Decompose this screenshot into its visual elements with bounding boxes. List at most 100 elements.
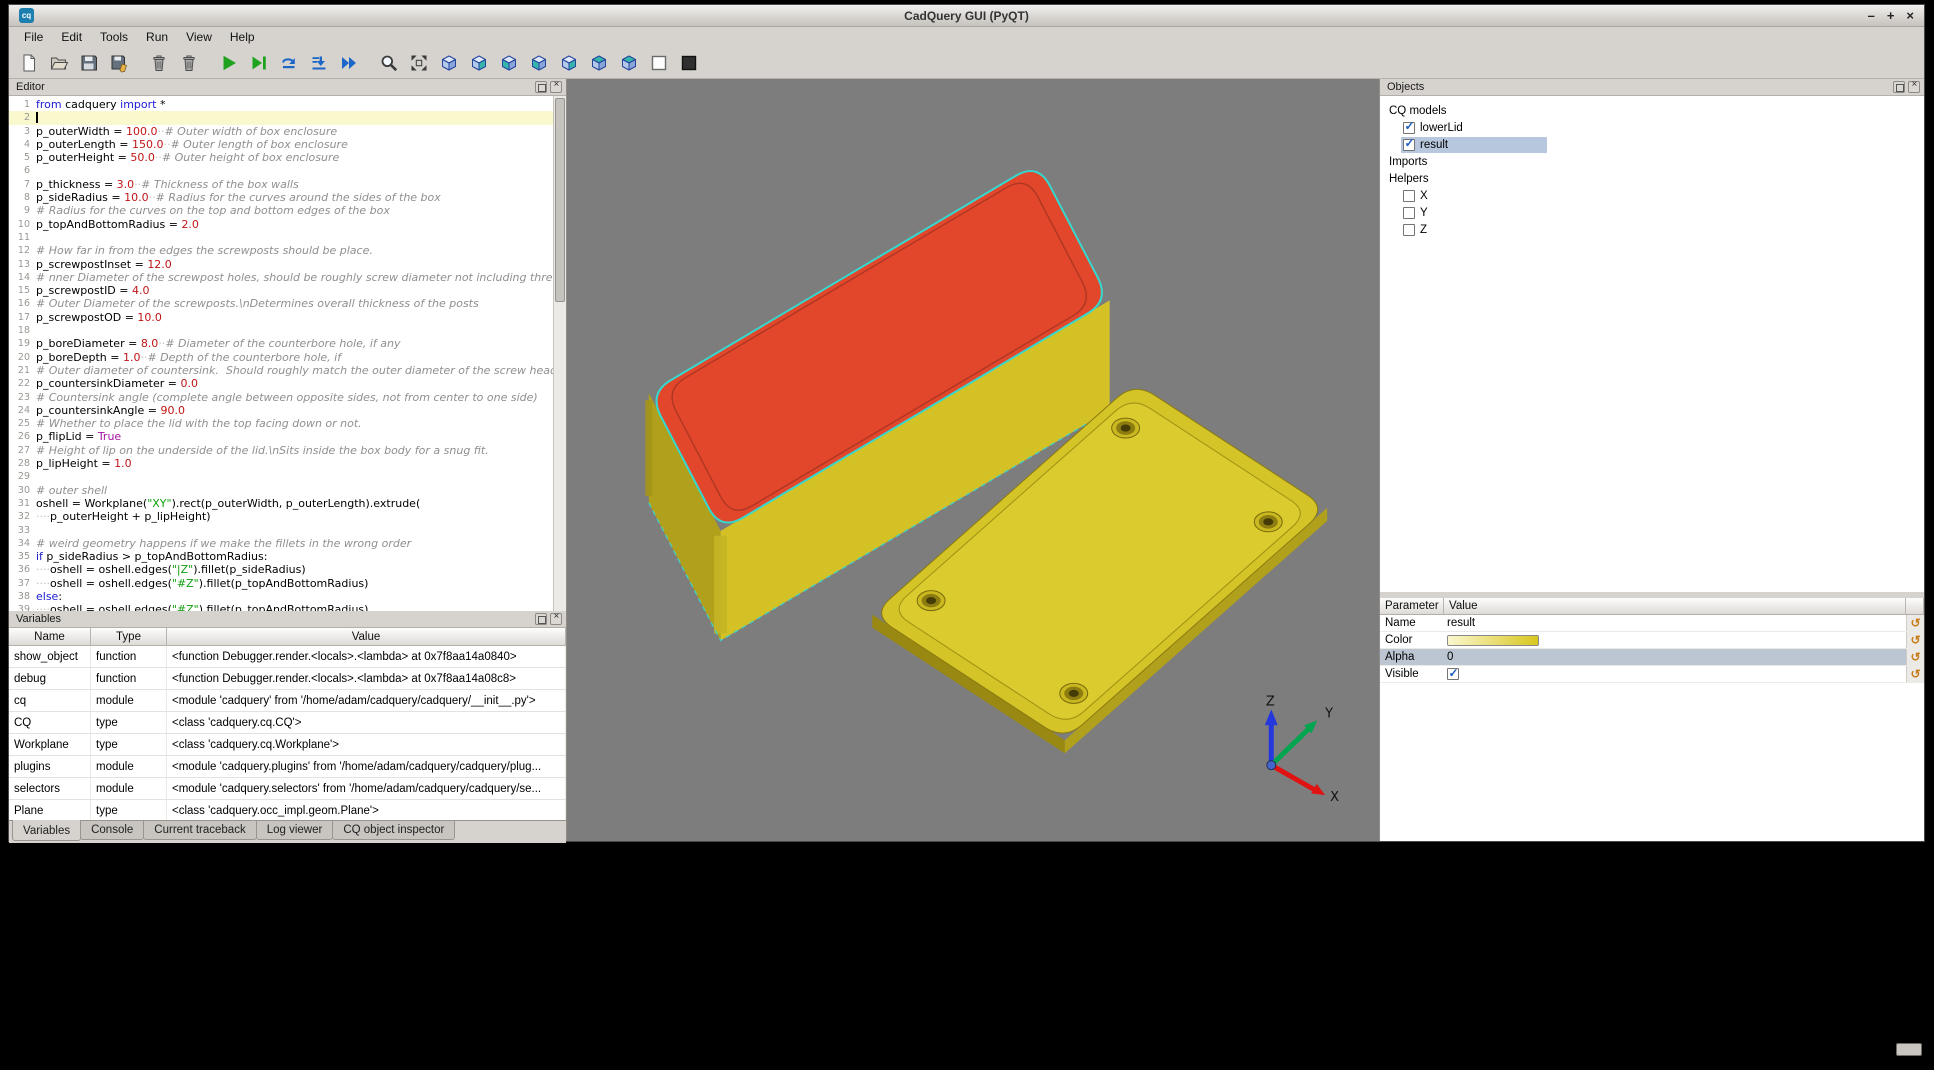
view-back-icon[interactable] [497, 51, 521, 75]
table-row[interactable]: cqmodule<module 'cadquery' from '/home/a… [9, 690, 566, 712]
code-line[interactable]: 24p_countersinkAngle = 90.0 [9, 404, 553, 417]
tab-cq-object-inspector[interactable]: CQ object inspector [332, 821, 455, 840]
open-file-icon[interactable] [47, 51, 71, 75]
maximize-button[interactable]: + [1887, 5, 1895, 27]
save-icon[interactable] [77, 51, 101, 75]
menu-file[interactable]: File [15, 28, 52, 46]
code-line[interactable]: 17p_screwpostOD = 10.0 [9, 311, 553, 324]
param-row-name[interactable]: Nameresult↺ [1380, 615, 1924, 632]
table-row[interactable]: debugfunction<function Debugger.render.<… [9, 668, 566, 690]
tree-item-result[interactable]: result [1380, 136, 1924, 153]
menu-view[interactable]: View [177, 28, 221, 46]
code-line[interactable]: 4p_outerLength = 150.0··# Outer length o… [9, 138, 553, 151]
code-line[interactable]: 2 [9, 111, 553, 124]
title-bar[interactable]: cq CadQuery GUI (PyQT) – + × [9, 5, 1924, 27]
param-row-alpha[interactable]: Alpha0↺ [1380, 649, 1924, 666]
code-editor[interactable]: 1from cadquery import *23p_outerWidth = … [9, 96, 566, 611]
close-button[interactable]: × [1906, 5, 1914, 27]
menu-edit[interactable]: Edit [52, 28, 91, 46]
code-line[interactable]: 32····p_outerHeight + p_lipHeight) [9, 510, 553, 523]
fit-view-icon[interactable] [407, 51, 431, 75]
close-panel-icon[interactable] [550, 613, 562, 625]
tree-item-cq-models[interactable]: CQ models [1380, 102, 1924, 119]
float-panel-icon[interactable] [1893, 81, 1905, 93]
column-header-type[interactable]: Type [91, 628, 167, 645]
code-line[interactable]: 26p_flipLid = True [9, 430, 553, 443]
code-line[interactable]: 31oshell = Workplane("XY").rect(p_outerW… [9, 497, 553, 510]
tree-item-z[interactable]: Z [1380, 221, 1924, 238]
table-row[interactable]: Workplanetype<class 'cadquery.cq.Workpla… [9, 734, 566, 756]
code-line[interactable]: 11 [9, 231, 553, 244]
table-row[interactable]: Planetype<class 'cadquery.occ_impl.geom.… [9, 800, 566, 820]
delete-icon[interactable] [177, 51, 201, 75]
tree-item-imports[interactable]: Imports [1380, 153, 1924, 170]
color-swatch[interactable] [1447, 635, 1539, 646]
code-line[interactable]: 25# Whether to place the lid with the to… [9, 417, 553, 430]
code-line[interactable]: 9# Radius for the curves on the top and … [9, 204, 553, 217]
table-row[interactable]: selectorsmodule<module 'cadquery.selecto… [9, 778, 566, 800]
continue-icon[interactable] [337, 51, 361, 75]
reset-icon[interactable]: ↺ [1906, 649, 1924, 665]
param-row-visible[interactable]: Visible↺ [1380, 666, 1924, 683]
view-right-icon[interactable] [557, 51, 581, 75]
code-line[interactable]: 39····oshell = oshell.edges("#Z").fillet… [9, 603, 553, 611]
code-line[interactable]: 28p_lipHeight = 1.0 [9, 457, 553, 470]
reset-icon[interactable]: ↺ [1906, 632, 1924, 648]
checkbox[interactable] [1403, 122, 1415, 134]
tree-item-lowerlid[interactable]: lowerLid [1380, 119, 1924, 136]
3d-viewport[interactable]: Z Y X [567, 79, 1379, 841]
code-line[interactable]: 22p_countersinkDiameter = 0.0 [9, 377, 553, 390]
view-bottom-icon[interactable] [617, 51, 641, 75]
tree-item-helpers[interactable]: Helpers [1380, 170, 1924, 187]
step-into-icon[interactable] [307, 51, 331, 75]
code-line[interactable]: 29 [9, 470, 553, 483]
reset-icon[interactable]: ↺ [1906, 615, 1924, 631]
checkbox[interactable] [1403, 207, 1415, 219]
step-over-icon[interactable] [277, 51, 301, 75]
new-file-icon[interactable] [17, 51, 41, 75]
checkbox[interactable] [1403, 224, 1415, 236]
column-header-value[interactable]: Value [167, 628, 566, 645]
column-header-value[interactable]: Value [1444, 598, 1906, 614]
code-line[interactable]: 15p_screwpostID = 4.0 [9, 284, 553, 297]
clear-icon[interactable] [147, 51, 171, 75]
taskbar-item[interactable] [1896, 1043, 1922, 1056]
debug-icon[interactable] [247, 51, 271, 75]
zoom-icon[interactable] [377, 51, 401, 75]
code-line[interactable]: 19p_boreDiameter = 8.0··# Diameter of th… [9, 337, 553, 350]
table-row[interactable]: show_objectfunction<function Debugger.re… [9, 646, 566, 668]
code-line[interactable]: 37····oshell = oshell.edges("#Z").fillet… [9, 577, 553, 590]
save-as-icon[interactable] [107, 51, 131, 75]
close-panel-icon[interactable] [550, 81, 562, 93]
column-header-name[interactable]: Name [9, 628, 91, 645]
close-panel-icon[interactable] [1908, 81, 1920, 93]
shaded-icon[interactable] [677, 51, 701, 75]
table-row[interactable]: CQtype<class 'cadquery.cq.CQ'> [9, 712, 566, 734]
param-row-color[interactable]: Color↺ [1380, 632, 1924, 649]
code-line[interactable]: 30# outer shell [9, 484, 553, 497]
code-line[interactable]: 36····oshell = oshell.edges("|Z").fillet… [9, 563, 553, 576]
code-line[interactable]: 35if p_sideRadius > p_topAndBottomRadius… [9, 550, 553, 563]
code-line[interactable]: 34# weird geometry happens if we make th… [9, 537, 553, 550]
menu-run[interactable]: Run [137, 28, 177, 46]
render-icon[interactable] [217, 51, 241, 75]
tab-console[interactable]: Console [80, 821, 144, 840]
tree-item-y[interactable]: Y [1380, 204, 1924, 221]
code-line[interactable]: 33 [9, 524, 553, 537]
column-header-parameter[interactable]: Parameter [1380, 598, 1444, 614]
wireframe-icon[interactable] [647, 51, 671, 75]
code-line[interactable]: 5p_outerHeight = 50.0··# Outer height of… [9, 151, 553, 164]
code-line[interactable]: 20p_boreDepth = 1.0··# Depth of the coun… [9, 351, 553, 364]
code-line[interactable]: 8p_sideRadius = 10.0··# Radius for the c… [9, 191, 553, 204]
code-line[interactable]: 23# Countersink angle (complete angle be… [9, 391, 553, 404]
code-line[interactable]: 13p_screwpostInset = 12.0 [9, 258, 553, 271]
code-line[interactable]: 27# Height of lip on the underside of th… [9, 444, 553, 457]
code-line[interactable]: 18 [9, 324, 553, 337]
table-row[interactable]: pluginsmodule<module 'cadquery.plugins' … [9, 756, 566, 778]
view-top-icon[interactable] [587, 51, 611, 75]
menu-help[interactable]: Help [221, 28, 264, 46]
tab-current-traceback[interactable]: Current traceback [143, 821, 256, 840]
view-iso-icon[interactable] [437, 51, 461, 75]
checkbox[interactable] [1403, 139, 1415, 151]
reset-icon[interactable]: ↺ [1906, 666, 1924, 682]
